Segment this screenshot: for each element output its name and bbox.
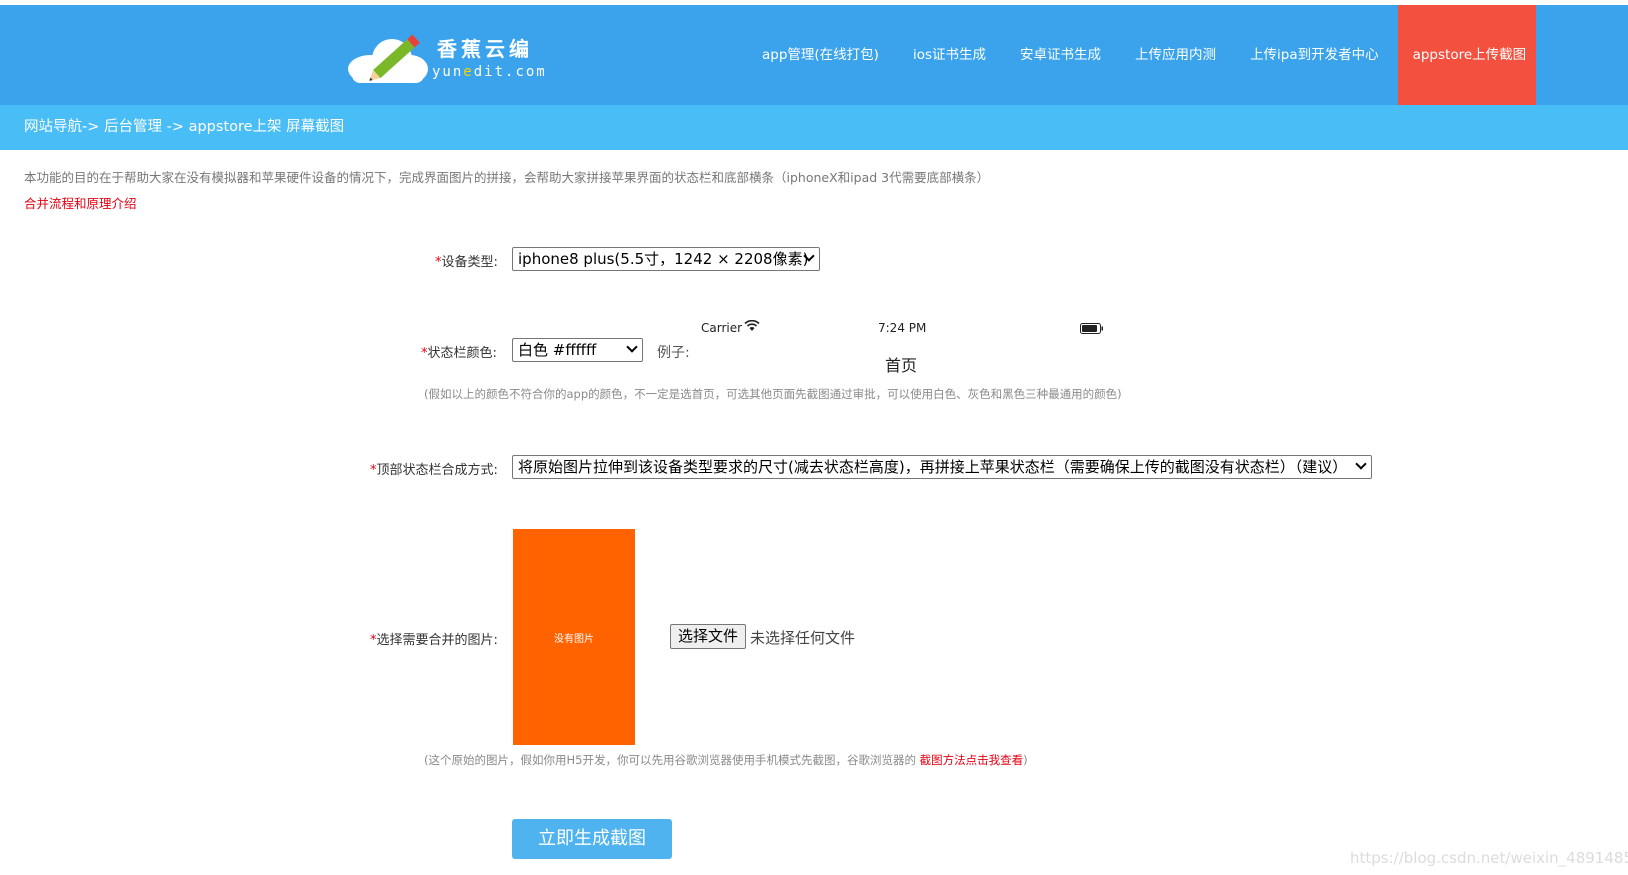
statusbar-preview: Carrier 7:24 PM 首页 bbox=[695, 318, 1105, 375]
main-nav: app管理(在线打包) ios证书生成 安卓证书生成 上传应用内测 上传ipa到… bbox=[745, 5, 1536, 105]
device-type-label: *设备类型: bbox=[435, 251, 498, 270]
device-type-select[interactable]: iphone8 plus(5.5寸，1242 × 2208像素) bbox=[512, 247, 820, 271]
nav-android-certificate[interactable]: 安卓证书生成 bbox=[1003, 5, 1118, 105]
logo-chinese-text: 香蕉云编 bbox=[437, 37, 533, 61]
statusbar-color-label: *状态栏颜色: bbox=[421, 342, 497, 361]
top-header: 香蕉云编 yunedit.com app管理(在线打包) ios证书生成 安卓证… bbox=[0, 5, 1628, 105]
watermark: https://blog.csdn.net/weixin_48914851 bbox=[1350, 849, 1628, 867]
device-type-label-text: 设备类型: bbox=[441, 255, 498, 270]
page: 香蕉云编 yunedit.com app管理(在线打包) ios证书生成 安卓证… bbox=[0, 0, 1628, 875]
generate-screenshot-button[interactable]: 立即生成截图 bbox=[512, 819, 672, 859]
statusbar-color-value: 白色 #ffffff bbox=[518, 341, 597, 359]
choose-file-button[interactable]: 选择文件 bbox=[670, 624, 747, 649]
nav-upload-beta[interactable]: 上传应用内测 bbox=[1118, 5, 1233, 105]
device-type-value: iphone8 plus(5.5寸，1242 × 2208像素) bbox=[518, 250, 809, 268]
statusbar-page-title: 首页 bbox=[885, 356, 918, 375]
compose-method-value: 将原始图片拉伸到该设备类型要求的尺寸(减去状态栏高度)，再拼接上苹果状态栏（需要… bbox=[518, 458, 1348, 476]
logo-domain-text: yunedit.com bbox=[432, 64, 547, 80]
nav-ios-certificate[interactable]: ios证书生成 bbox=[896, 5, 1003, 105]
statusbar-time: 7:24 PM bbox=[878, 321, 927, 335]
example-label: 例子: bbox=[657, 345, 690, 361]
statusbar-color-hint: (假如以上的颜色不符合你的app的颜色，不一定是选首页，可选其他页面先截图通过审… bbox=[424, 387, 1122, 401]
intro-text: 本功能的目的在于帮助大家在没有模拟器和苹果硬件设备的情况下，完成界面图片的拼接，… bbox=[24, 170, 990, 185]
screenshot-method-link[interactable]: 截图方法点击我查看 bbox=[920, 753, 1024, 767]
image-hint: (这个原始的图片，假如你用H5开发，你可以先用谷歌浏览器使用手机模式先截图，谷歌… bbox=[424, 752, 1028, 768]
chevron-down-icon bbox=[626, 341, 638, 353]
image-hint-close: ) bbox=[1023, 753, 1028, 767]
image-placeholder: 没有图片 bbox=[513, 529, 635, 745]
nav-upload-ipa[interactable]: 上传ipa到开发者中心 bbox=[1233, 5, 1396, 105]
file-status-text: 未选择任何文件 bbox=[750, 629, 856, 647]
battery-icon bbox=[1080, 323, 1103, 334]
compose-method-label: *顶部状态栏合成方式: bbox=[370, 459, 498, 478]
image-select-label-text: 选择需要合并的图片: bbox=[376, 633, 498, 648]
compose-method-label-text: 顶部状态栏合成方式: bbox=[376, 463, 498, 478]
logo-domain-part: dit.com bbox=[473, 64, 547, 80]
image-hint-text: (这个原始的图片，假如你用H5开发，你可以先用谷歌浏览器使用手机模式先截图，谷歌… bbox=[424, 753, 916, 767]
intro-link[interactable]: 合并流程和原理介绍 bbox=[24, 193, 137, 212]
logo-domain-accent: e bbox=[463, 64, 474, 80]
wifi-icon bbox=[744, 320, 760, 331]
statusbar-color-label-text: 状态栏颜色: bbox=[427, 346, 497, 361]
logo[interactable]: 香蕉云编 yunedit.com bbox=[340, 27, 545, 87]
cloud-pencil-icon bbox=[348, 34, 428, 83]
statusbar-carrier: Carrier bbox=[701, 321, 743, 335]
statusbar-color-select[interactable]: 白色 #ffffff bbox=[512, 338, 643, 362]
nav-app-management[interactable]: app管理(在线打包) bbox=[745, 5, 896, 105]
compose-method-select[interactable]: 将原始图片拉伸到该设备类型要求的尺寸(减去状态栏高度)，再拼接上苹果状态栏（需要… bbox=[512, 455, 1372, 479]
breadcrumb: 网站导航-> 后台管理 -> appstore上架 屏幕截图 bbox=[0, 105, 1628, 150]
nav-appstore-screenshot[interactable]: appstore上传截图 bbox=[1397, 5, 1536, 105]
chevron-down-icon bbox=[1355, 458, 1367, 470]
logo-domain-part: yun bbox=[432, 64, 464, 80]
image-select-label: *选择需要合并的图片: bbox=[370, 629, 498, 648]
